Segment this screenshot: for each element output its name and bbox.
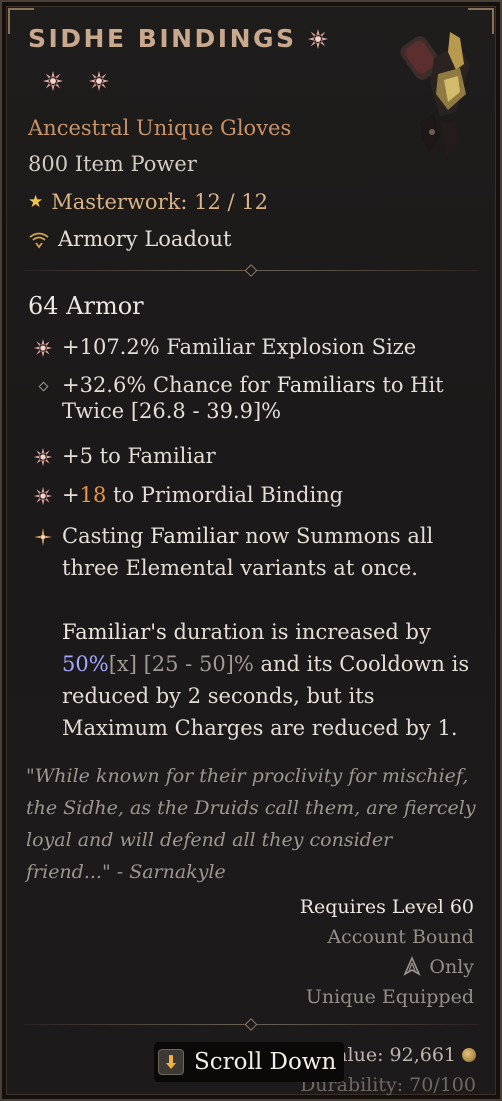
masterwork-row: ★ Masterwork: 12 / 12 [28, 190, 268, 214]
unique-roll-value: 50% [62, 652, 109, 676]
unique-equipped: Unique Equipped [305, 986, 474, 1008]
affix-text: +5 to Familiar [62, 444, 216, 468]
scroll-down-label: Scroll Down [194, 1049, 337, 1075]
unique-power-text: Casting Familiar now Summons all three E… [62, 520, 469, 744]
affix-text-part: to Primordial Binding [106, 483, 344, 507]
class-restriction: Only [401, 956, 474, 978]
item-title-row: SIDHE BINDINGS [28, 24, 329, 53]
greater-affix-count [42, 70, 110, 92]
section-divider [24, 264, 478, 277]
unique-text-part: duration is increased by [166, 620, 431, 644]
diamond-bullet-icon [32, 375, 54, 397]
class-restriction-text: Only [429, 956, 474, 978]
item-power: 800 Item Power [28, 152, 197, 176]
druid-class-icon [401, 956, 423, 978]
greater-affix-icon [42, 70, 64, 92]
scroll-down-button[interactable]: Scroll Down [154, 1042, 345, 1082]
unique-power: Casting Familiar now Summons all three E… [32, 520, 470, 744]
flavor-line: loyal and will defend all they consider [26, 829, 393, 851]
roll-range: [25 - 50]% [136, 652, 254, 676]
account-bound: Account Bound [327, 926, 474, 948]
masterwork-star-icon: ★ [28, 192, 44, 212]
affix-row: +18 to Primordial Binding [32, 482, 470, 508]
section-divider [24, 1018, 478, 1031]
affix-text-part: +32.6% Chance for [62, 373, 277, 397]
unique-text-part: three Elemental variants at once. [62, 556, 418, 580]
required-level: Requires Level 60 [299, 896, 474, 918]
unique-text-part: Casting [62, 524, 151, 548]
affix-text: +32.6% Chance for Familiars to Hit Twice… [62, 372, 444, 424]
greater-affix-icon [32, 485, 54, 507]
flavor-line: the Sidhe, as the Druids call them, are … [26, 797, 476, 819]
greater-affix-icon [32, 337, 54, 359]
scroll-key-icon [158, 1049, 184, 1075]
unique-power-icon [32, 526, 54, 548]
greater-affix-icon [88, 70, 110, 92]
flavor-line: friend..." - Sarnakyle [26, 861, 226, 883]
armor-value: 64 Armor [28, 292, 144, 320]
unique-keyword: Familiar [150, 524, 239, 548]
item-type: Ancestral Unique Gloves [28, 116, 292, 140]
unique-text-part: Maximum Charges are reduced by 1. [62, 716, 458, 740]
affix-value: 18 [79, 483, 107, 507]
affix-keyword: Familiars [276, 373, 376, 397]
unique-keyword: Familiar's [62, 620, 167, 644]
gloves-item-icon [400, 24, 476, 164]
affix-text-part: + [62, 483, 80, 507]
affix-text: +18 to Primordial Binding [62, 482, 343, 508]
greater-affix-icon [307, 28, 329, 50]
greater-affix-icon [32, 446, 54, 468]
item-name: SIDHE BINDINGS [28, 24, 297, 53]
affix-text: +107.2% Familiar Explosion Size [62, 335, 417, 359]
item-tooltip-panel: SIDHE BINDINGS Ancestral Unique Gloves 8… [0, 0, 502, 1101]
flavor-line: "While known for their proclivity for mi… [26, 765, 469, 787]
unique-text-part: reduced by 2 seconds, but its [62, 684, 375, 708]
affix-row: +107.2% Familiar Explosion Size [32, 334, 470, 360]
affix-row: +32.6% Chance for Familiars to Hit Twice… [32, 372, 470, 424]
flavor-text: "While known for their proclivity for mi… [26, 760, 476, 888]
gold-coin-icon [462, 1048, 476, 1062]
armory-loadout-text: Armory Loadout [58, 227, 232, 251]
affix-row: +5 to Familiar [32, 443, 470, 469]
unique-text-part: and its Cooldown is [253, 652, 470, 676]
multiplier-tag: [x] [108, 652, 137, 676]
armory-loadout-row: Armory Loadout [28, 227, 232, 251]
affix-text-part: to Hit [375, 373, 444, 397]
masterwork-text: Masterwork: 12 / 12 [51, 190, 268, 214]
unique-text-part: now Summons all [238, 524, 434, 548]
affix-text-part: Twice [26.8 - 39.9]% [62, 399, 282, 423]
armory-loadout-icon [28, 230, 50, 249]
